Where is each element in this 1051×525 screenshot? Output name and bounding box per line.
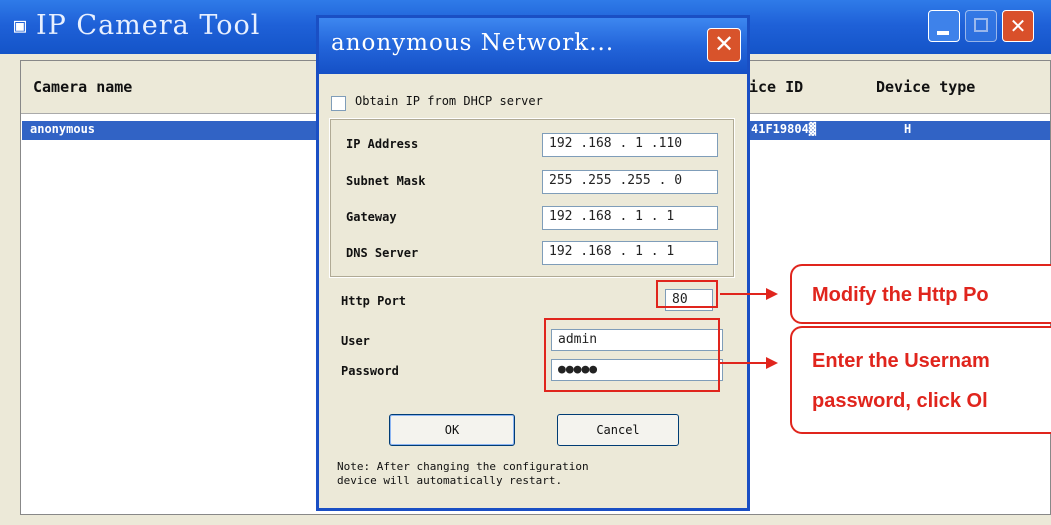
gateway-label: Gateway: [346, 210, 397, 224]
http-port-arrow-line: [720, 293, 768, 295]
credentials-highlight: [544, 318, 720, 392]
column-device-id[interactable]: ice ID: [749, 78, 803, 96]
device-id-cell: 41F19804▓: [751, 122, 817, 136]
app-title: IP Camera Tool: [36, 10, 261, 41]
ip-address-label: IP Address: [346, 137, 419, 151]
dialog-titlebar: anonymous Network... ✕: [319, 18, 747, 74]
user-label: User: [341, 334, 370, 348]
dns-server-field[interactable]: 192 .168 . 1 . 1: [542, 241, 718, 265]
camera-name-cell: anonymous: [30, 122, 96, 136]
network-settings-dialog: anonymous Network... ✕ Obtain IP from DH…: [316, 15, 750, 511]
close-icon: ✕: [713, 30, 735, 58]
ip-address-field[interactable]: 192 .168 . 1 .110: [542, 133, 718, 157]
dialog-title: anonymous Network...: [331, 30, 615, 56]
http-port-highlight: [656, 280, 718, 308]
credentials-arrow-line: [720, 362, 768, 364]
dhcp-checkbox-label: Obtain IP from DHCP server: [355, 94, 543, 108]
gateway-field[interactable]: 192 .168 . 1 . 1: [542, 206, 718, 230]
minimize-button[interactable]: [928, 10, 960, 42]
password-label: Password: [341, 364, 399, 378]
subnet-mask-field[interactable]: 255 .255 .255 . 0: [542, 170, 718, 194]
dialog-close-button[interactable]: ✕: [707, 28, 741, 62]
column-device-type[interactable]: Device type: [876, 78, 975, 96]
http-port-callout: Modify the Http Po: [790, 264, 1051, 324]
close-icon: ✕: [1009, 14, 1027, 38]
column-camera-name[interactable]: Camera name: [33, 78, 132, 96]
credentials-callout-line1: Enter the Usernam: [812, 350, 990, 372]
http-port-callout-text: Modify the Http Po: [812, 284, 989, 306]
restart-note: Note: After changing the configuration d…: [337, 460, 589, 487]
http-port-label: Http Port: [341, 294, 407, 308]
minimize-icon: [929, 11, 959, 41]
cancel-button[interactable]: Cancel: [557, 414, 679, 446]
maximize-button[interactable]: [965, 10, 997, 42]
ip-settings-group: IP Address 192 .168 . 1 .110 Subnet Mask…: [329, 118, 735, 278]
ok-button[interactable]: OK: [389, 414, 515, 446]
credentials-arrow-head: [766, 357, 778, 369]
dns-server-label: DNS Server: [346, 246, 419, 260]
close-button[interactable]: ✕: [1002, 10, 1034, 42]
http-port-arrow-head: [766, 288, 778, 300]
credentials-callout-line2: password, click Ol: [812, 390, 988, 412]
dhcp-checkbox[interactable]: [331, 96, 346, 111]
camera-app-icon: ▣: [13, 13, 27, 37]
maximize-icon: [966, 11, 996, 41]
device-type-cell: H: [904, 122, 912, 136]
subnet-mask-label: Subnet Mask: [346, 174, 426, 188]
credentials-callout: Enter the Usernam password, click Ol: [790, 326, 1051, 434]
